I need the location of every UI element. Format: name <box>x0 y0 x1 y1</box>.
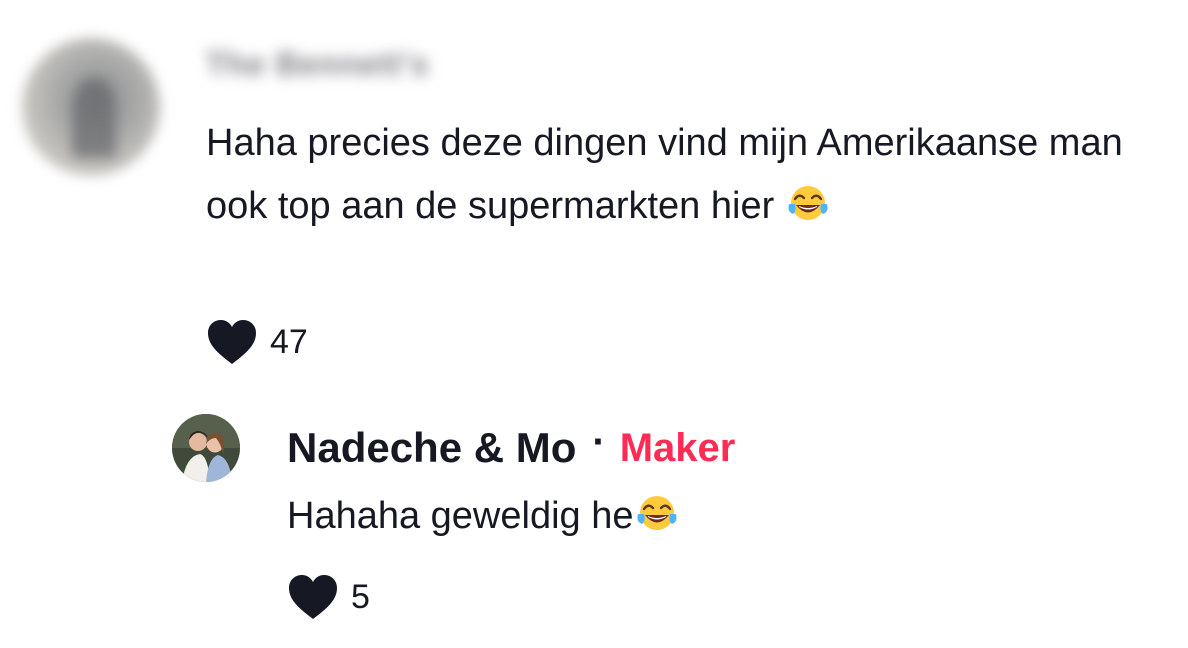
reply-text-body: Hahaha geweldig he <box>287 495 634 537</box>
comment-like-row: 47 <box>206 318 308 366</box>
commenter-name[interactable]: The Bennett's <box>206 46 429 83</box>
face-with-tears-of-joy-icon <box>637 496 676 530</box>
separator-dot: · <box>592 419 606 464</box>
reply-author-name[interactable]: Nadeche & Mo <box>287 424 576 472</box>
avatar-figure <box>72 78 116 158</box>
reply-like-row: 5 <box>287 573 370 621</box>
comment-like-count: 47 <box>270 322 308 361</box>
reply-author-avatar[interactable] <box>172 414 240 482</box>
creator-badge: Maker <box>619 425 736 470</box>
heart-icon[interactable] <box>287 573 339 621</box>
heart-icon[interactable] <box>206 318 258 366</box>
reply-header: Nadeche & Mo · Maker <box>287 420 736 472</box>
avatar-photo <box>172 414 240 482</box>
face-with-tears-of-joy-icon <box>788 186 828 220</box>
commenter-avatar[interactable] <box>22 38 160 176</box>
reply-text: Hahaha geweldig he <box>287 494 678 538</box>
comment-text-body: Haha precies deze dingen vind mijn Ameri… <box>206 122 1123 227</box>
reply-like-count: 5 <box>351 577 370 616</box>
comment-text: Haha precies deze dingen vind mijn Ameri… <box>206 112 1181 238</box>
